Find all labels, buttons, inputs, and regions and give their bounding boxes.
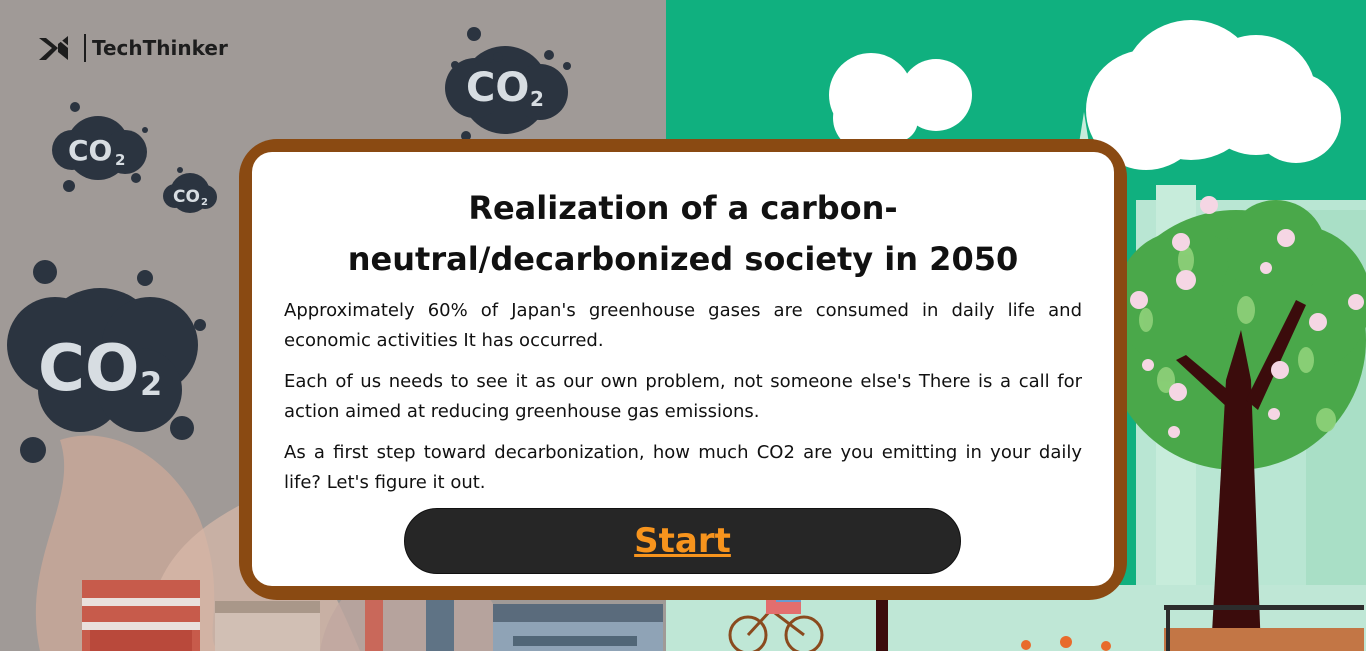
- start-button[interactable]: Start: [404, 508, 961, 574]
- dialog-title-line-1: Realization of a carbon-: [468, 189, 898, 227]
- intro-paragraph-1: Approximately 60% of Japan's greenhouse …: [284, 300, 1082, 351]
- svg-text:2: 2: [201, 197, 208, 208]
- svg-text:2: 2: [140, 365, 162, 403]
- x-arrow-logo-icon: [39, 36, 73, 60]
- start-button-label: Start: [634, 521, 731, 561]
- logo-divider: [84, 34, 86, 62]
- svg-text:CO: CO: [173, 187, 200, 207]
- brand-logo[interactable]: TechThinker: [38, 34, 228, 62]
- intro-paragraph-3: As a first step toward decarbonization, …: [284, 442, 1082, 493]
- co2-text-large: CO: [38, 332, 139, 406]
- brand-name: TechThinker: [92, 36, 228, 60]
- svg-text:2: 2: [115, 151, 125, 169]
- svg-text:2: 2: [530, 87, 544, 111]
- intro-paragraph-2: Each of us needs to see it as our own pr…: [284, 371, 1082, 422]
- svg-text:CO: CO: [68, 134, 112, 167]
- dialog-title: Realization of a carbon- neutral/decarbo…: [252, 183, 1114, 285]
- svg-text:CO: CO: [466, 65, 529, 111]
- dialog-title-line-2: neutral/decarbonized society in 2050: [347, 240, 1019, 278]
